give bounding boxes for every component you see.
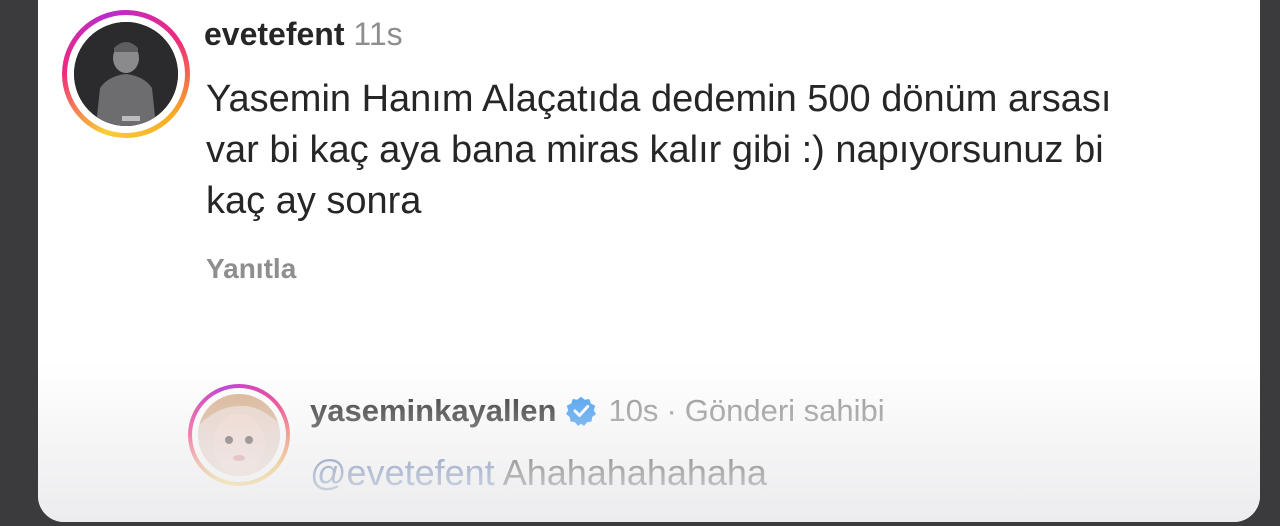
avatar-yaseminkayallen[interactable] <box>188 384 290 486</box>
comment-header: evetefent 11s <box>204 16 403 53</box>
post-owner-label: Gönderi sahibi <box>684 393 885 428</box>
reply-time: 10s <box>608 393 659 428</box>
profile-photo <box>198 394 280 476</box>
reply-username[interactable]: yaseminkayallen <box>310 393 556 429</box>
comment-text: Yasemin Hanım Alaçatıda dedemin 500 dönü… <box>206 78 1112 222</box>
comment-time: 11s <box>353 16 403 52</box>
separator: · <box>666 393 677 428</box>
reply-message: Ahahahahahaha <box>502 452 767 493</box>
reply-text: @evetefent Ahahahahahaha <box>310 452 767 494</box>
profile-photo <box>74 22 178 126</box>
reply-header: yaseminkayallen 10s · Gönderi sahibi <box>310 393 885 429</box>
reply-button[interactable]: Yanıtla <box>206 253 296 285</box>
comments-card: evetefent 11s Yasemin Hanım Alaçatıda de… <box>38 0 1260 522</box>
comment-username[interactable]: evetefent <box>204 16 345 52</box>
mention-link[interactable]: @evetefent <box>310 452 495 493</box>
verified-badge-icon <box>566 396 597 426</box>
avatar-evetefent[interactable] <box>62 10 190 138</box>
